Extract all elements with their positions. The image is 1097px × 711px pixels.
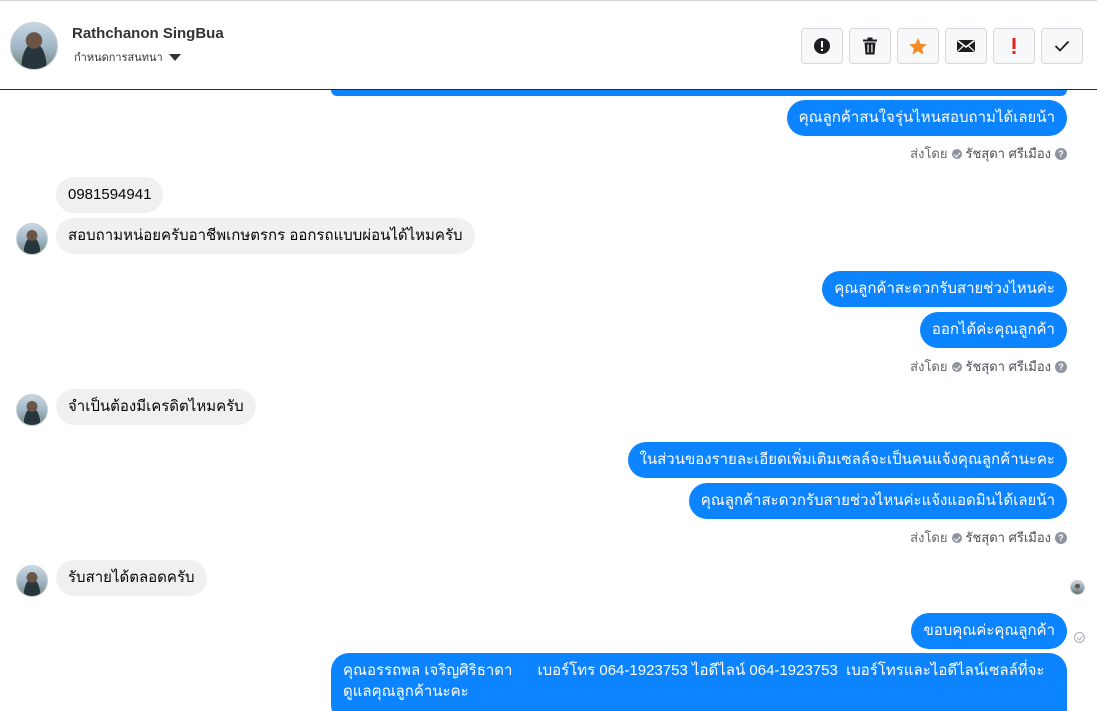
outgoing-message: ออกได้ค่ะคุณลูกค้า: [919, 312, 1067, 348]
outgoing-message: คุณลูกค้าสะดวกรับสายช่วงไหนค่ะ: [822, 271, 1067, 307]
verified-icon: [951, 148, 962, 159]
delete-button[interactable]: [849, 28, 891, 64]
incoming-message: จำเป็นต้องมีเครดิตไหมครับ: [56, 389, 256, 425]
sender-name[interactable]: รัชสุดา ศรีเมือง: [966, 143, 1052, 164]
assign-conversation-dropdown[interactable]: กำหนดการสนทนา: [74, 48, 181, 66]
envelope-icon: [957, 39, 975, 52]
report-spam-button[interactable]: [801, 28, 843, 64]
star-icon: [909, 37, 927, 55]
sent-by-label: ส่งโดย: [910, 359, 948, 374]
outgoing-message: คุณอรรถพล เจริญศิริธาดา เบอร์โทร 064-192…: [331, 653, 1067, 711]
outgoing-message: ในส่วนของรายละเอียดเพิ่มเติมเซลล์จะเป็นค…: [627, 442, 1067, 478]
mark-done-button[interactable]: [1041, 28, 1083, 64]
sender-name[interactable]: รัชสุดา ศรีเมือง: [966, 527, 1052, 548]
sent-by-info: ส่งโดย รัชสุดา ศรีเมือง ?: [910, 527, 1067, 548]
sender-name[interactable]: รัชสุดา ศรีเมือง: [966, 356, 1052, 377]
verified-icon: [951, 361, 962, 372]
outgoing-message: คุณลูกค้าสะดวกรับสายช่วงไหนค่ะแจ้งแอดมิน…: [688, 483, 1067, 519]
trash-icon: [863, 37, 877, 55]
sent-by-label: ส่งโดย: [910, 146, 948, 161]
check-icon: [1054, 40, 1070, 52]
contact-avatar[interactable]: [10, 22, 58, 70]
sent-by-label: ส่งโดย: [910, 530, 948, 545]
incoming-message: รับสายได้ตลอดครับ: [56, 560, 207, 596]
assign-conversation-label: กำหนดการสนทนา: [74, 52, 163, 64]
exclamation-icon: [1012, 38, 1016, 54]
conversation-actions: [801, 28, 1083, 64]
outgoing-message: คุณลูกค้าสนใจรุ่นไหนสอบถามได้เลยน้า: [786, 100, 1067, 136]
alert-circle-icon: [814, 38, 830, 54]
user-avatar[interactable]: [16, 223, 48, 255]
incoming-message: สอบถามหน่อยครับอาชีพเกษตรกร ออกรถแบบผ่อน…: [56, 218, 475, 254]
help-icon[interactable]: ?: [1055, 360, 1067, 373]
outgoing-message: ขอบคุณค่ะคุณลูกค้า: [911, 613, 1067, 649]
contact-name[interactable]: Rathchanon SingBua: [72, 25, 224, 42]
message-thread[interactable]: คุณลูกค้าสนใจรุ่นไหนสอบถามได้เลยน้า ส่งโ…: [0, 90, 1097, 711]
conversation-header: Rathchanon SingBua กำหนดการสนทนา: [0, 0, 1097, 90]
user-avatar[interactable]: [16, 394, 48, 426]
sent-by-info: ส่งโดย รัชสุดา ศรีเมือง ?: [910, 356, 1067, 377]
help-icon[interactable]: ?: [1055, 531, 1067, 544]
previous-message-bubble: [331, 90, 1067, 96]
read-receipt-avatar: [1070, 580, 1085, 595]
help-icon[interactable]: ?: [1055, 147, 1067, 160]
caret-down-icon: [168, 53, 181, 61]
mark-unread-button[interactable]: [945, 28, 987, 64]
user-avatar[interactable]: [16, 565, 48, 597]
delivered-check-icon: [1074, 632, 1085, 643]
verified-icon: [951, 532, 962, 543]
sent-by-info: ส่งโดย รัชสุดา ศรีเมือง ?: [910, 143, 1067, 164]
follow-up-button[interactable]: [993, 28, 1035, 64]
incoming-message: 0981594941: [56, 177, 164, 213]
star-button[interactable]: [897, 28, 939, 64]
